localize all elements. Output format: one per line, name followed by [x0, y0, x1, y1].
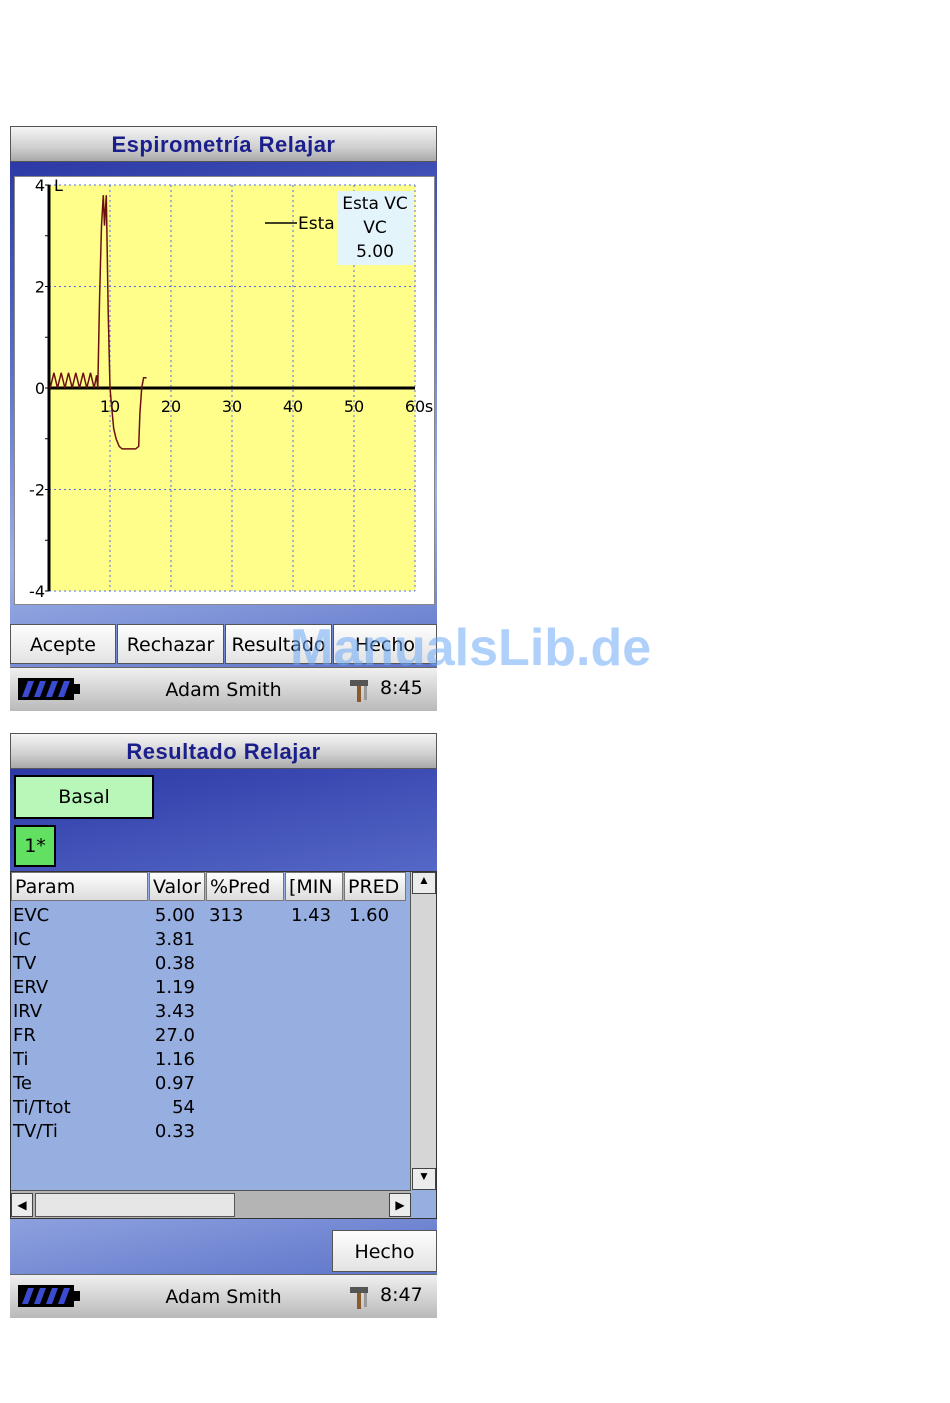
y-unit-label: L [54, 177, 63, 195]
table-row[interactable]: EVC 5.00 313 1.43 1.60 [11, 904, 411, 928]
page-title: Resultado Relajar [10, 733, 437, 769]
tools-icon[interactable] [346, 1284, 372, 1310]
arrow-left-icon[interactable]: ◀ [11, 1193, 33, 1217]
results-table: Param Valor %Pred [MIN PRED EVC 5.00 313 1.… [10, 871, 437, 1219]
table-row[interactable]: Ti 1.16 [11, 1048, 411, 1072]
clock: 8:45 [380, 677, 423, 699]
cell-valor: 0.97 [154, 1073, 195, 1094]
user-name: Adam Smith [165, 679, 282, 701]
status-bar: Adam Smith 8:47 [10, 1274, 437, 1318]
cell-param: Ti [13, 1049, 29, 1070]
y-tick-label-4: 4 [35, 177, 45, 195]
cell-valor: 0.33 [154, 1121, 195, 1142]
cell-param: IRV [13, 1001, 43, 1022]
x-tick-label-30: 30 [222, 397, 242, 416]
table-body: EVC 5.00 313 1.43 1.60 IC 3.81 TV 0.38 ERV 1.19 IRV… [11, 904, 411, 1144]
cell-min: 1.43 [291, 905, 332, 926]
table-row[interactable]: TV/Ti 0.33 [11, 1120, 411, 1144]
y-tick-label-0: 0 [35, 379, 45, 398]
scrollbar-thumb[interactable] [35, 1193, 235, 1217]
cell-pred-pct: 313 [209, 905, 244, 926]
vc-summary-line1: Esta VC [342, 194, 408, 214]
basal-button[interactable]: Basal [14, 775, 154, 819]
table-row[interactable]: ERV 1.19 [11, 976, 411, 1000]
legend-label: Esta [298, 214, 335, 234]
horizontal-scrollbar[interactable]: ◀ ▶ [11, 1190, 411, 1218]
table-row[interactable]: IC 3.81 [11, 928, 411, 952]
cell-param: FR [13, 1025, 36, 1046]
cell-param: ERV [13, 977, 49, 998]
table-header: Param Valor %Pred [MIN PRED [11, 872, 411, 902]
y-tick-label-neg4: -4 [29, 582, 45, 601]
cell-param: TV [13, 953, 37, 974]
y-tick-label-neg2: -2 [29, 481, 45, 500]
vc-summary-line2: VC [363, 218, 387, 238]
arrow-right-icon[interactable]: ▶ [389, 1193, 411, 1217]
table-row[interactable]: Te 0.97 [11, 1072, 411, 1096]
x-unit-label: s [425, 397, 433, 416]
results-screen: Resultado Relajar Basal 1* Param Valor %… [10, 733, 437, 1318]
column-header-min[interactable]: [MIN [285, 872, 343, 901]
vertical-scrollbar[interactable]: ▲ ▼ [410, 872, 436, 1190]
cell-valor: 3.43 [154, 1001, 195, 1022]
status-bar: Adam Smith 8:45 [10, 667, 437, 711]
clock: 8:47 [380, 1284, 423, 1306]
cell-param: TV/Ti [13, 1121, 58, 1142]
done-button[interactable]: Hecho [332, 1230, 437, 1272]
column-header-valor[interactable]: Valor [149, 872, 205, 901]
column-header-pred[interactable]: PRED [344, 872, 406, 901]
cell-valor: 0.38 [154, 953, 195, 974]
cell-param: Te [13, 1073, 33, 1094]
column-header-param[interactable]: Param [11, 872, 148, 901]
accept-button[interactable]: Acepte [10, 624, 116, 664]
column-header-pred-pct[interactable]: %Pred [206, 872, 284, 901]
cell-param: EVC [13, 905, 50, 926]
cell-param: Ti/Ttot [13, 1097, 71, 1118]
table-row[interactable]: Ti/Ttot 54 [11, 1096, 411, 1120]
tools-icon[interactable] [346, 677, 372, 703]
arrow-down-icon[interactable]: ▼ [412, 1168, 436, 1190]
x-tick-label-20: 20 [161, 397, 181, 416]
cell-valor: 54 [172, 1097, 195, 1118]
chart-svg: 4 L20-2-410 20 30 40 50 60 sEstaEsta VCVC5.00 [29, 177, 433, 601]
cell-valor: 3.81 [154, 929, 195, 950]
action-button-row: Acepte Rechazar Resultado Hecho [10, 624, 437, 666]
cell-pred: 1.60 [349, 905, 390, 926]
cell-valor: 27.0 [154, 1025, 195, 1046]
cell-param: IC [13, 929, 31, 950]
table-row[interactable]: FR 27.0 [11, 1024, 411, 1048]
user-name: Adam Smith [165, 1286, 282, 1308]
table-row[interactable]: TV 0.38 [11, 952, 411, 976]
cell-valor: 5.00 [154, 905, 195, 926]
x-tick-label-10: 10 [100, 397, 120, 416]
results-button[interactable]: Resultado [225, 624, 332, 664]
reject-button[interactable]: Rechazar [117, 624, 224, 664]
spirometry-screen: Espirometría Relajar 4 L 2 0 -2 -4 10 20 30 40 50 6… [10, 126, 437, 711]
table-row[interactable]: IRV 3.43 [11, 1000, 411, 1024]
cell-valor: 1.19 [154, 977, 195, 998]
trial-button[interactable]: 1* [14, 825, 56, 867]
x-tick-label-40: 40 [283, 397, 303, 416]
done-button[interactable]: Hecho [333, 624, 437, 664]
page-title: Espirometría Relajar [10, 126, 437, 162]
spirometry-chart: 4 L 2 0 -2 -4 10 20 30 40 50 60 s Esta Esta VC VC 5.00 [14, 176, 435, 605]
vc-summary-line3: 5.00 [356, 242, 394, 262]
x-tick-label-60: 60 [405, 397, 425, 416]
arrow-up-icon[interactable]: ▲ [412, 872, 436, 894]
y-tick-label-2: 2 [35, 278, 45, 297]
cell-valor: 1.16 [154, 1049, 195, 1070]
x-tick-label-50: 50 [344, 397, 364, 416]
